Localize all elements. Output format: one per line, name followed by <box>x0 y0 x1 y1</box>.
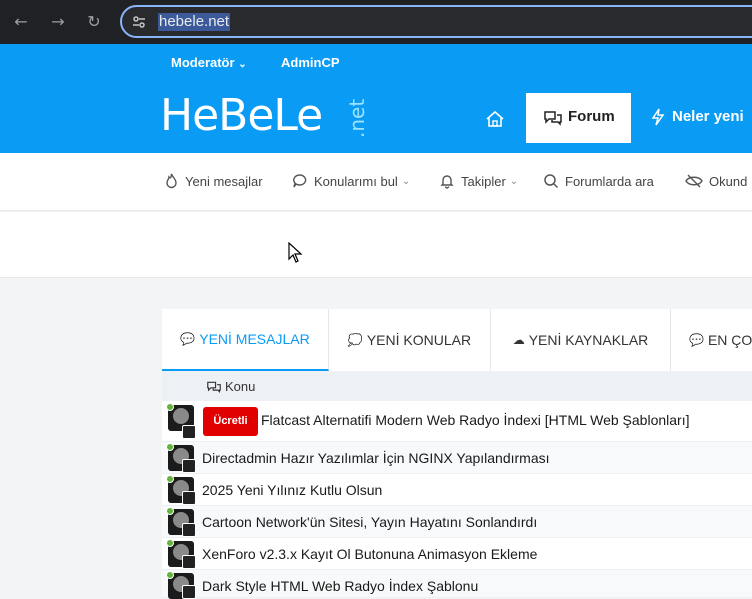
tab-new-threads[interactable]: 💭 YENİ KONULAR <box>329 309 491 371</box>
table-row[interactable]: Cartoon Network'ün Sitesi, Yayın Hayatın… <box>162 506 752 538</box>
home-icon[interactable] <box>480 108 510 130</box>
online-status-dot <box>166 403 174 411</box>
mark-read-label: Okund <box>709 173 748 189</box>
thread-title-link[interactable]: Cartoon Network'ün Sitesi, Yayın Hayatın… <box>202 514 537 530</box>
table-row[interactable]: Dark Style HTML Web Radyo İndex Şablonu <box>162 570 752 599</box>
paid-badge[interactable]: Ücretli <box>203 407 258 436</box>
tab-most-label: EN ÇO <box>707 332 752 348</box>
browser-toolbar: ← → ↻ hebele.net <box>0 0 752 44</box>
bolt-icon <box>651 108 665 126</box>
online-status-dot <box>166 443 174 451</box>
moderator-label: Moderatör <box>171 55 235 70</box>
avatar[interactable] <box>182 491 196 505</box>
logo-text: HeBeLe <box>160 90 323 141</box>
address-bar[interactable]: hebele.net <box>120 5 752 38</box>
find-threads-link[interactable]: Konularımı bul ⌄ <box>292 173 410 189</box>
search-forums-label: Forumlarda ara <box>565 173 654 189</box>
reload-icon[interactable]: ↻ <box>83 11 105 33</box>
column-header-thread[interactable]: Konu <box>206 379 255 394</box>
forward-arrow-icon[interactable]: → <box>47 11 69 33</box>
site-header: Moderatör ⌄ AdminCP HeBeLe .net Forum Ne… <box>0 44 752 153</box>
admincp-link[interactable]: AdminCP <box>281 55 340 70</box>
thread-title-link[interactable]: Dark Style HTML Web Radyo İndex Şablonu <box>202 578 478 594</box>
table-row[interactable]: XenForo v2.3.x Kayıt Ol Butonuna Animasy… <box>162 538 752 570</box>
avatar[interactable] <box>182 555 196 569</box>
thread-title-link[interactable]: Directadmin Hazır Yazılımlar İçin NGINX … <box>202 450 550 466</box>
chat-plus-icon: 💬 <box>689 333 704 347</box>
thread-title-link[interactable]: Flatcast Alternatifi Modern Web Radyo İn… <box>261 412 690 428</box>
sub-navigation: Yeni mesajlar Konularımı bul ⌄ Takipler … <box>0 153 752 211</box>
thread-table-header: Konu <box>162 371 752 401</box>
tab-new-resources[interactable]: ☁ YENİ KAYNAKLAR <box>491 309 671 371</box>
forum-tab-label: Forum <box>568 108 615 125</box>
moderator-menu[interactable]: Moderatör ⌄ <box>171 55 247 70</box>
avatar[interactable] <box>182 459 196 473</box>
avatar[interactable] <box>182 425 196 439</box>
avatar[interactable] <box>182 523 196 537</box>
table-row[interactable]: Directadmin Hazır Yazılımlar İçin NGINX … <box>162 442 752 474</box>
online-status-dot <box>166 539 174 547</box>
eye-slash-icon <box>685 174 703 188</box>
online-status-dot <box>166 507 174 515</box>
mark-read-link[interactable]: Okund <box>685 173 747 189</box>
whats-new-nav-tab[interactable]: Neler yeni <box>650 108 744 130</box>
chevron-down-icon: ⌄ <box>509 175 519 187</box>
logo-suffix: .net <box>345 98 369 138</box>
chat-bubble-icon <box>293 174 307 188</box>
url-text[interactable]: hebele.net <box>158 13 231 31</box>
forum-nav-tab[interactable]: Forum <box>526 93 631 143</box>
bell-icon <box>440 175 454 189</box>
table-row[interactable]: 2025 Yeni Yılınız Kutlu Olsun <box>162 474 752 506</box>
back-arrow-icon[interactable]: ← <box>10 11 32 33</box>
watched-link[interactable]: Takipler ⌄ <box>439 173 518 189</box>
tab-new-posts-label: YENİ MESAJLAR <box>199 331 310 347</box>
flame-icon <box>166 173 177 189</box>
tab-new-posts[interactable]: 💬 YENİ MESAJLAR <box>162 309 329 371</box>
table-row[interactable]: Ücretli Flatcast Alternatifi Modern Web … <box>162 401 752 442</box>
search-forums-link[interactable]: Forumlarda ara <box>543 173 654 189</box>
tab-new-threads-label: YENİ KONULAR <box>366 332 472 348</box>
new-posts-label: Yeni mesajlar <box>185 173 263 189</box>
thought-bubble-icon: 💭 <box>347 333 363 347</box>
mouse-cursor-icon <box>288 242 303 263</box>
site-settings-icon[interactable] <box>130 13 148 31</box>
find-threads-label: Konularımı bul <box>314 173 398 189</box>
cloud-icon: ☁ <box>512 333 525 347</box>
notice-area <box>0 212 752 278</box>
column-header-label: Konu <box>225 379 256 394</box>
thread-title-link[interactable]: 2025 Yeni Yılınız Kutlu Olsun <box>202 482 382 498</box>
speech-bubble-icon: 💬 <box>180 332 196 346</box>
thread-title-link[interactable]: XenForo v2.3.x Kayıt Ol Butonuna Animasy… <box>202 546 537 562</box>
tab-new-resources-label: YENİ KAYNAKLAR <box>528 332 649 348</box>
avatar[interactable] <box>182 585 196 599</box>
whats-new-label: Neler yeni <box>672 108 744 125</box>
new-posts-link[interactable]: Yeni mesajlar <box>164 173 263 189</box>
chevron-down-icon: ⌄ <box>401 175 411 187</box>
chevron-down-icon: ⌄ <box>238 59 247 70</box>
watched-label: Takipler <box>461 173 506 189</box>
chat-bubbles-icon <box>207 381 221 393</box>
tab-most[interactable]: 💬 EN ÇO <box>671 309 752 371</box>
online-status-dot <box>166 571 174 579</box>
chat-bubbles-icon <box>544 111 562 126</box>
search-icon <box>544 174 559 189</box>
latest-tabs: 💬 YENİ MESAJLAR 💭 YENİ KONULAR ☁ YENİ KA… <box>162 309 752 371</box>
online-status-dot <box>166 475 174 483</box>
